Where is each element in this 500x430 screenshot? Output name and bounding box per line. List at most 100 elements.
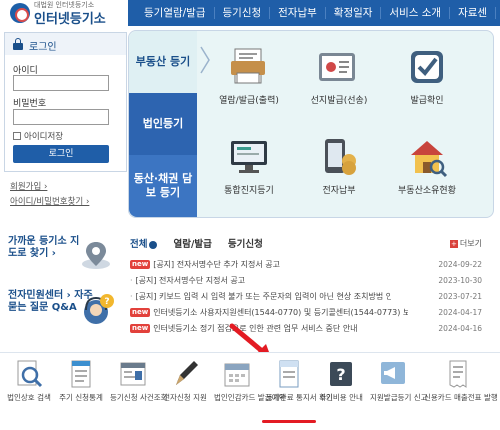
signup-link[interactable]: 회원가입 › bbox=[10, 180, 89, 195]
tab-apply[interactable]: 등기신청 bbox=[228, 236, 263, 250]
notice-date: 2024-09-22 bbox=[438, 259, 482, 269]
quick-corporate-name-search[interactable]: 법인상호 검색 bbox=[6, 359, 52, 402]
notice-item[interactable]: new 인터넷등기소 정기 점검으로 인한 관련 업무 서비스 중단 안내 20… bbox=[130, 320, 490, 336]
quick-report[interactable]: 지원발급등기 신고 bbox=[370, 359, 428, 402]
document-print-icon bbox=[227, 45, 271, 89]
logo-title: 인터넷등기소 bbox=[34, 12, 106, 27]
tab-all[interactable]: 전체 bbox=[130, 236, 158, 250]
notice-date: 2024-04-17 bbox=[438, 307, 482, 317]
nav-item-fixed-date[interactable]: 확정일자 bbox=[326, 7, 382, 19]
quick-label: 신용카드 매출전표 발행 bbox=[424, 393, 498, 402]
case-lookup-icon bbox=[118, 359, 148, 389]
id-input[interactable] bbox=[13, 75, 109, 91]
find-account-link[interactable]: 아이디/비밀번호찾기 › bbox=[10, 195, 89, 210]
service-label: 선지발급(선송) bbox=[310, 96, 368, 106]
login-title: 로그인 bbox=[5, 33, 126, 55]
notice-title: 인터넷등기소 사용자지원센터(1544-0770) 및 등기콜센터(1544-0… bbox=[153, 307, 409, 317]
quick-label: 등기신청 사건조회 bbox=[110, 393, 168, 402]
save-id-checkbox[interactable]: 아이디저장 bbox=[13, 130, 63, 142]
document-icon bbox=[66, 359, 96, 389]
tab-view-issue[interactable]: 열람/발급 bbox=[173, 236, 211, 250]
login-title-text: 로그인 bbox=[29, 42, 57, 53]
header: 대법원 인터넷등기소 인터넷등기소 등기열람/발급 등기신청 전자납부 확정일자… bbox=[0, 0, 500, 27]
quick-apply-statistics[interactable]: 주기 신청통계 bbox=[58, 359, 104, 402]
login-button[interactable]: 로그인 bbox=[13, 145, 109, 163]
notice-title: [공지] 키보드 입력 시 입력 불가 또는 주문자의 입력이 아닌 현상 조치… bbox=[135, 291, 391, 301]
pen-icon bbox=[170, 359, 200, 389]
member-links: 회원가입 › 아이디/비밀번호찾기 › bbox=[10, 180, 89, 210]
house-search-icon bbox=[405, 135, 449, 179]
nav-item-service-intro[interactable]: 서비스 소개 bbox=[381, 7, 451, 19]
plus-icon: + bbox=[449, 240, 458, 248]
service-label: 전자납부 bbox=[322, 186, 356, 196]
nav-item-apply[interactable]: 등기신청 bbox=[215, 7, 271, 19]
notice-date: 2024-04-16 bbox=[438, 323, 482, 333]
svg-text:?: ? bbox=[104, 297, 109, 307]
notice-item[interactable]: · [공지] 전자서명수단 지정서 공고 2023-10-30 bbox=[130, 272, 490, 288]
more-button[interactable]: + 더보기 bbox=[449, 238, 482, 249]
notice-title: 인터넷등기소 정기 점검으로 인한 관련 업무 서비스 중단 안내 bbox=[153, 323, 358, 333]
service-label: 부동산소유현황 bbox=[398, 186, 456, 196]
service-issue-verify[interactable]: 발급확인 bbox=[391, 45, 463, 106]
login-box: 로그인 아이디 비밀번호 아이디저장 로그인 bbox=[4, 32, 127, 172]
nav-item-view-issue[interactable]: 등기열람/발급 bbox=[128, 7, 215, 19]
quick-label: 법인인감카드 발급예약 bbox=[214, 393, 286, 402]
question-icon: ? bbox=[326, 359, 356, 389]
site-logo[interactable]: 대법원 인터넷등기소 인터넷등기소 bbox=[10, 1, 128, 27]
registry-map-link[interactable]: 가까운 등기소 지도로 찾기 › bbox=[8, 236, 116, 269]
bullet: · bbox=[130, 291, 133, 301]
chevron-right-icon bbox=[200, 46, 210, 74]
service-label: 통합진지등기 bbox=[224, 186, 274, 196]
checkbox-icon bbox=[13, 132, 21, 140]
notice-item[interactable]: · [공지] 키보드 입력 시 입력 불가 또는 주문자의 입력이 아닌 현상 … bbox=[130, 288, 490, 304]
quick-card-receipt[interactable]: 신용카드 매출전표 발행 bbox=[424, 359, 498, 402]
nav-item-payment[interactable]: 전자납부 bbox=[270, 7, 326, 19]
quick-menu-bar: 법인상호 검색 주기 신청통계 등기신청 사건조회 전자신청 지원 법인인감카드… bbox=[0, 352, 500, 430]
magnifier-doc-icon bbox=[14, 359, 44, 389]
notice-date: 2023-07-21 bbox=[438, 291, 482, 301]
svg-text:?: ? bbox=[336, 365, 345, 384]
dropdown-dot-icon bbox=[149, 240, 158, 249]
save-id-label: 아이디저장 bbox=[24, 132, 64, 142]
nav-item-resources[interactable]: 자료센 bbox=[450, 7, 497, 19]
map-pin-icon bbox=[82, 242, 110, 269]
service-view-issue[interactable]: 열람/발급(출력) bbox=[213, 45, 285, 106]
quick-completion-notice[interactable]: 등기완료 통지서 확인 bbox=[266, 359, 333, 402]
page: 대법원 인터넷등기소 인터넷등기소 등기열람/발급 등기신청 전자납부 확정일자… bbox=[0, 0, 500, 430]
quick-fee-guide[interactable]: ? 주기비용 안내 bbox=[318, 359, 364, 402]
quick-label: 주기 신청통계 bbox=[59, 393, 103, 402]
tab-movable-property[interactable]: 동산·채권 담보 등기 bbox=[129, 155, 197, 217]
receipt-icon bbox=[443, 359, 473, 389]
check-mark-icon bbox=[405, 45, 449, 89]
quick-seal-card-reservation[interactable]: 법인인감카드 발급예약 bbox=[214, 359, 286, 402]
notice-title: [공지] 전자서명수단 지정서 공고 bbox=[135, 275, 246, 285]
tab-real-estate[interactable]: 부동산 등기 bbox=[129, 31, 197, 93]
notice-item[interactable]: new 인터넷등기소 사용자지원센터(1544-0770) 및 등기콜센터(15… bbox=[130, 304, 490, 320]
lock-icon bbox=[13, 38, 23, 50]
calendar-icon bbox=[222, 359, 252, 389]
main-navigation: 등기열람/발급 등기신청 전자납부 확정일자 서비스 소개 자료센 bbox=[128, 0, 500, 26]
quick-label: 법인상호 검색 bbox=[7, 393, 51, 402]
map-link-title: 가까운 등기소 지도로 찾기 › bbox=[8, 236, 80, 259]
service-electronic-issue[interactable]: 선지발급(선송) bbox=[303, 45, 375, 106]
password-label: 비밀번호 bbox=[13, 99, 47, 109]
password-input[interactable] bbox=[13, 109, 109, 125]
notice-tabs: 전체 열람/발급 등기신청 bbox=[130, 236, 490, 250]
phone-coins-icon bbox=[317, 135, 361, 179]
notice-board: 전체 열람/발급 등기신청 + 더보기 new [공지] 전자서명수단 추가 지정… bbox=[130, 236, 490, 336]
notice-item[interactable]: new [공지] 전자서명수단 추가 지정서 공고 2024-09-22 bbox=[130, 256, 490, 272]
notice-title: [공지] 전자서명수단 추가 지정서 공고 bbox=[153, 259, 281, 269]
headset-icon: ? bbox=[84, 294, 114, 324]
tab-corporate[interactable]: 법인등기 bbox=[129, 93, 197, 155]
quick-label: 전자신청 지원 bbox=[163, 393, 207, 402]
quick-e-filing-support[interactable]: 전자신청 지원 bbox=[162, 359, 208, 402]
new-badge: new bbox=[130, 259, 151, 269]
service-label: 열람/발급(출력) bbox=[219, 96, 279, 106]
quick-case-lookup[interactable]: 등기신청 사건조회 bbox=[110, 359, 168, 402]
service-integrated-registry[interactable]: 통합진지등기 bbox=[213, 135, 285, 196]
notice-paper-icon bbox=[274, 359, 304, 389]
certificate-tablet-icon bbox=[317, 45, 361, 89]
service-electronic-payment[interactable]: 전자납부 bbox=[303, 135, 375, 196]
service-property-ownership[interactable]: 부동산소유현황 bbox=[391, 135, 463, 196]
quick-label: 등기완료 통지서 확인 bbox=[266, 393, 333, 402]
